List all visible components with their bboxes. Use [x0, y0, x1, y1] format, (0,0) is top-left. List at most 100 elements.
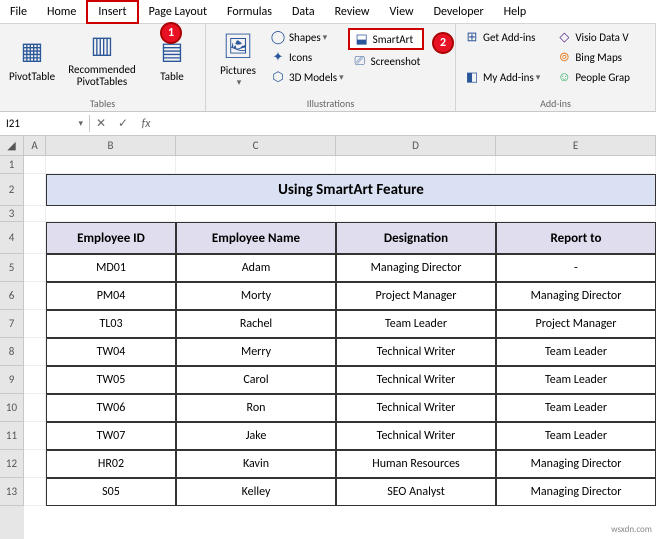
cell[interactable]: [176, 156, 336, 174]
formula-input[interactable]: [158, 122, 656, 126]
cell[interactable]: [24, 422, 46, 450]
table-cell[interactable]: Team Leader: [336, 310, 496, 338]
cell[interactable]: [24, 222, 46, 254]
chevron-down-icon[interactable]: ▾: [78, 118, 83, 129]
icons-button[interactable]: ✦Icons: [266, 48, 348, 66]
table-cell[interactable]: Technical Writer: [336, 366, 496, 394]
title-cell[interactable]: Using SmartArt Feature: [46, 174, 656, 206]
table-header[interactable]: Employee Name: [176, 222, 336, 254]
table-cell[interactable]: SEO Analyst: [336, 478, 496, 506]
col-header[interactable]: D: [336, 136, 496, 156]
table-cell[interactable]: MD01: [46, 254, 176, 282]
cell[interactable]: [24, 156, 46, 174]
menu-file[interactable]: File: [0, 2, 37, 22]
screenshot-button[interactable]: ⎚Screenshot: [348, 52, 425, 70]
3d-models-button[interactable]: ⬡3D Models▾: [266, 68, 348, 86]
row-header[interactable]: 6: [0, 282, 24, 310]
cell[interactable]: [24, 206, 46, 222]
row-header[interactable]: 12: [0, 450, 24, 478]
table-cell[interactable]: TW07: [46, 422, 176, 450]
menu-developer[interactable]: Developer: [424, 2, 494, 22]
cell[interactable]: [24, 450, 46, 478]
formula-enter-button[interactable]: ✓: [112, 116, 134, 131]
cell[interactable]: [24, 478, 46, 506]
cell[interactable]: [24, 394, 46, 422]
table-cell[interactable]: Technical Writer: [336, 394, 496, 422]
table-cell[interactable]: Team Leader: [496, 394, 656, 422]
formula-cancel-button[interactable]: ✕: [90, 116, 112, 131]
visio-button[interactable]: ◇Visio Data V: [552, 28, 634, 46]
row-header[interactable]: 2: [0, 174, 24, 206]
cell[interactable]: [24, 282, 46, 310]
table-cell[interactable]: TW06: [46, 394, 176, 422]
menu-page-layout[interactable]: Page Layout: [139, 2, 217, 22]
table-cell[interactable]: -: [496, 254, 656, 282]
name-box[interactable]: I21▾: [0, 115, 90, 132]
table-cell[interactable]: Rachel: [176, 310, 336, 338]
cell[interactable]: [24, 310, 46, 338]
row-header[interactable]: 10: [0, 394, 24, 422]
cell[interactable]: [24, 174, 46, 206]
shapes-button[interactable]: ◯Shapes▾: [266, 28, 348, 46]
col-header[interactable]: A: [24, 136, 46, 156]
row-header[interactable]: 1: [0, 156, 24, 174]
row-header[interactable]: 7: [0, 310, 24, 338]
cell[interactable]: [496, 156, 656, 174]
table-cell[interactable]: Kavin: [176, 450, 336, 478]
col-header[interactable]: C: [176, 136, 336, 156]
get-addins-button[interactable]: ⊞Get Add-ins: [460, 28, 544, 46]
table-cell[interactable]: Managing Director: [496, 478, 656, 506]
col-header[interactable]: E: [496, 136, 656, 156]
table-cell[interactable]: Human Resources: [336, 450, 496, 478]
menu-home[interactable]: Home: [37, 2, 86, 22]
table-cell[interactable]: Team Leader: [496, 338, 656, 366]
row-header[interactable]: 8: [0, 338, 24, 366]
menu-data[interactable]: Data: [282, 2, 325, 22]
row-header[interactable]: 13: [0, 478, 24, 506]
bing-maps-button[interactable]: ⊚Bing Maps: [552, 48, 634, 66]
cell[interactable]: [336, 206, 496, 222]
table-cell[interactable]: Carol: [176, 366, 336, 394]
menu-insert[interactable]: Insert: [86, 0, 138, 24]
fx-icon[interactable]: fx: [134, 117, 158, 131]
people-graph-button[interactable]: ☺People Grap: [552, 68, 634, 86]
cell[interactable]: [24, 254, 46, 282]
table-cell[interactable]: PM04: [46, 282, 176, 310]
smartart-button[interactable]: ⬓SmartArt: [348, 28, 425, 50]
table-header[interactable]: Employee ID: [46, 222, 176, 254]
table-header[interactable]: Designation: [336, 222, 496, 254]
table-cell[interactable]: TW05: [46, 366, 176, 394]
row-header[interactable]: 3: [0, 206, 24, 222]
table-cell[interactable]: Adam: [176, 254, 336, 282]
row-header[interactable]: 5: [0, 254, 24, 282]
table-cell[interactable]: Project Manager: [336, 282, 496, 310]
table-cell[interactable]: S05: [46, 478, 176, 506]
table-cell[interactable]: Team Leader: [496, 422, 656, 450]
table-cell[interactable]: Project Manager: [496, 310, 656, 338]
table-cell[interactable]: Technical Writer: [336, 338, 496, 366]
table-cell[interactable]: Kelley: [176, 478, 336, 506]
table-cell[interactable]: TW04: [46, 338, 176, 366]
cell[interactable]: [24, 338, 46, 366]
menu-formulas[interactable]: Formulas: [217, 2, 282, 22]
table-header[interactable]: Report to: [496, 222, 656, 254]
col-header[interactable]: B: [46, 136, 176, 156]
cell[interactable]: [24, 366, 46, 394]
table-cell[interactable]: Managing Director: [336, 254, 496, 282]
table-cell[interactable]: Team Leader: [496, 366, 656, 394]
table-cell[interactable]: Merry: [176, 338, 336, 366]
menu-help[interactable]: Help: [494, 2, 537, 22]
row-header[interactable]: 4: [0, 222, 24, 254]
row-header[interactable]: 11: [0, 422, 24, 450]
menu-review[interactable]: Review: [325, 2, 380, 22]
row-header[interactable]: 9: [0, 366, 24, 394]
pivottable-button[interactable]: ▦ PivotTable: [4, 26, 60, 92]
table-cell[interactable]: Jake: [176, 422, 336, 450]
cell[interactable]: [46, 156, 176, 174]
pictures-button[interactable]: 🖼 Pictures ▾: [210, 26, 266, 92]
select-all-triangle[interactable]: ◢: [0, 136, 24, 156]
table-cell[interactable]: TL03: [46, 310, 176, 338]
menu-view[interactable]: View: [380, 2, 424, 22]
table-cell[interactable]: Technical Writer: [336, 422, 496, 450]
cell[interactable]: [46, 206, 176, 222]
